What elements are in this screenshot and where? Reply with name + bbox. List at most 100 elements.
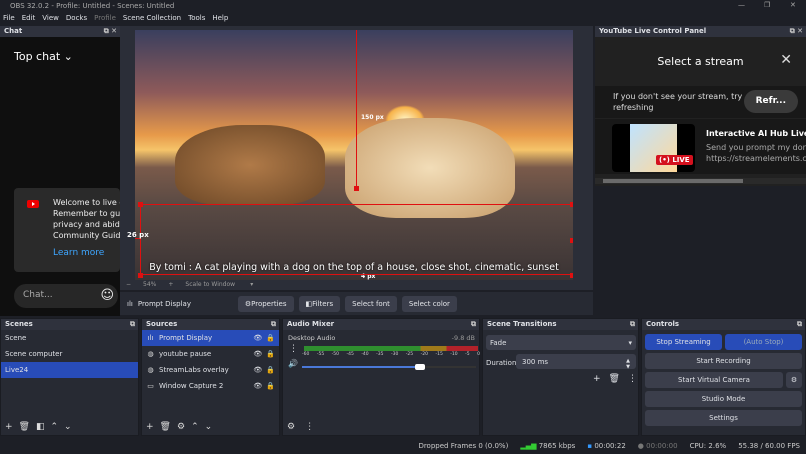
properties-button[interactable]: ⚙Properties (237, 295, 294, 312)
channel-level: -9.8 dB (451, 334, 475, 342)
stop-streaming-button[interactable]: Stop Streaming (645, 334, 722, 350)
menu-help[interactable]: Help (212, 14, 228, 24)
menu-bar: File Edit View Docks Profile Scene Colle… (0, 12, 806, 26)
dock-controls[interactable]: ⧉ (630, 320, 635, 329)
left-distance: 26 px (127, 231, 149, 239)
menu-scene-collection[interactable]: Scene Collection (123, 14, 181, 24)
speaker-icon[interactable]: 🔊 (288, 359, 298, 368)
start-virtual-camera-button[interactable]: Start Virtual Camera (645, 372, 783, 388)
dock-controls[interactable]: ⧉ (471, 320, 476, 329)
chevron-down-icon[interactable]: ⌄ (64, 422, 72, 432)
trash-icon[interactable]: 🗑 (609, 374, 620, 384)
kebab-menu-icon[interactable]: ⋮ (628, 374, 637, 384)
zoom-out-button[interactable]: − (126, 281, 131, 290)
resize-handle[interactable] (354, 186, 359, 191)
chevron-up-icon[interactable]: ⌃ (191, 422, 199, 432)
scene-transitions-dock: Scene Transitions ⧉ Fade ▾ Duration 300 ms… (482, 318, 639, 436)
lock-icon[interactable]: 🔒 (266, 334, 275, 342)
eye-icon[interactable]: 👁 (253, 366, 262, 374)
preview-area[interactable]: 150 px 4 px By tomi : A cat playing with… (120, 26, 593, 290)
gear-icon[interactable]: ⚙ (786, 372, 802, 388)
scene-item[interactable]: Live24 (1, 362, 138, 378)
volume-slider[interactable] (302, 364, 476, 370)
select-font-button[interactable]: Select font (345, 295, 397, 312)
kebab-menu-icon[interactable]: ⋮ (305, 422, 314, 432)
zoom-bar: − 54% + Scale to Window ▾ (120, 280, 593, 291)
settings-button[interactable]: Settings (645, 410, 802, 426)
menu-profile[interactable]: Profile (94, 14, 116, 24)
zoom-in-button[interactable]: + (168, 281, 173, 290)
source-item[interactable]: ◍ StreamLabs overlay 👁 🔒 (142, 362, 279, 378)
meter-tick: -50 (331, 352, 340, 357)
duration-input[interactable]: 300 ms ▲ ▼ (516, 354, 636, 370)
filters-icon[interactable]: ◧ (36, 422, 45, 432)
resize-handle[interactable] (138, 273, 143, 278)
transition-select[interactable]: Fade ▾ (486, 335, 636, 350)
maximize-button[interactable]: ❐ (764, 1, 770, 9)
select-color-button[interactable]: Select color (401, 295, 457, 312)
trash-icon[interactable]: 🗑 (160, 422, 171, 432)
scrollbar-thumb[interactable] (603, 179, 743, 183)
scene-item[interactable]: Scene (1, 330, 138, 346)
kebab-menu-icon[interactable]: ⋮ (289, 344, 298, 354)
chevron-down-icon[interactable]: ⌄ (205, 422, 213, 432)
menu-docks[interactable]: Docks (66, 14, 87, 24)
chevron-up-icon[interactable]: ⌃ (51, 422, 59, 432)
source-item[interactable]: ▭ Window Capture 2 👁 🔒 (142, 378, 279, 394)
trash-icon[interactable]: 🗑 (19, 422, 30, 432)
lock-icon[interactable]: 🔒 (266, 382, 275, 390)
meter-tick: -10 (450, 352, 458, 357)
stream-item[interactable]: (•) LIVE Interactive AI Hub Live St Send… (595, 119, 806, 174)
record-icon: ● (637, 441, 644, 450)
menu-file[interactable]: File (3, 14, 15, 24)
start-recording-button[interactable]: Start Recording (645, 353, 802, 369)
add-icon[interactable]: + (593, 374, 601, 384)
studio-mode-button[interactable]: Studio Mode (645, 391, 802, 407)
minimize-button[interactable]: — (738, 1, 745, 9)
dock-controls[interactable]: ⧉ (130, 320, 135, 329)
window-title: OBS 32.0.2 - Profile: Untitled - Scenes:… (10, 2, 175, 10)
close-icon[interactable]: ✕ (780, 52, 792, 68)
preview-canvas[interactable]: 150 px 4 px By tomi : A cat playing with… (135, 30, 573, 280)
resize-handle[interactable] (138, 202, 143, 207)
gear-icon[interactable]: ⚙ (177, 422, 185, 432)
resize-handle[interactable] (570, 202, 573, 207)
eye-icon[interactable]: 👁 (253, 382, 262, 390)
volume-handle[interactable] (415, 364, 426, 370)
horizontal-scrollbar[interactable] (595, 178, 806, 184)
dock-controls[interactable]: ⧉ (797, 320, 802, 329)
menu-edit[interactable]: Edit (22, 14, 36, 24)
menu-tools[interactable]: Tools (188, 14, 205, 24)
chat-input[interactable]: Chat... ☺ (14, 284, 118, 308)
lock-icon[interactable]: 🔒 (266, 350, 275, 358)
spin-buttons[interactable]: ▲ ▼ (626, 358, 630, 370)
advanced-audio-icon[interactable]: ⚙ (287, 422, 295, 432)
dock-controls[interactable]: ⧉ ✕ (104, 27, 117, 36)
add-icon[interactable]: + (5, 422, 13, 432)
add-icon[interactable]: + (146, 422, 154, 432)
refresh-button[interactable]: Refr... (743, 90, 798, 113)
source-item[interactable]: ◍ youtube pause 👁 🔒 (142, 346, 279, 362)
eye-icon[interactable]: 👁 (253, 350, 262, 358)
record-time-value: 00:00:00 (646, 441, 678, 450)
auto-stop-button[interactable]: (Auto Stop) (725, 334, 802, 350)
source-item[interactable]: ılı Prompt Display 👁 🔒 (142, 330, 279, 346)
dock-controls[interactable]: ⧉ (271, 320, 276, 329)
resize-handle[interactable] (570, 273, 573, 278)
meter-tick: -45 (346, 352, 354, 357)
duration-value: 300 ms (522, 358, 549, 366)
eye-icon[interactable]: 👁 (253, 334, 262, 342)
transition-type: Fade (490, 339, 507, 347)
menu-view[interactable]: View (42, 14, 59, 24)
emoji-icon[interactable]: ☺ (100, 288, 114, 303)
dock-controls[interactable]: ⧉ ✕ (790, 27, 803, 36)
learn-more-link[interactable]: Learn more (53, 248, 104, 258)
close-button[interactable]: ✕ (790, 1, 796, 9)
lock-icon[interactable]: 🔒 (266, 366, 275, 374)
chat-mode-dropdown[interactable]: Top chat ⌄ (14, 50, 73, 63)
source-name: StreamLabs overlay (159, 366, 229, 374)
scene-item[interactable]: Scene computer (1, 346, 138, 362)
filters-button[interactable]: ◧Filters (298, 295, 341, 312)
resize-handle[interactable] (570, 238, 573, 243)
scale-dropdown[interactable]: Scale to Window ▾ (185, 281, 253, 290)
